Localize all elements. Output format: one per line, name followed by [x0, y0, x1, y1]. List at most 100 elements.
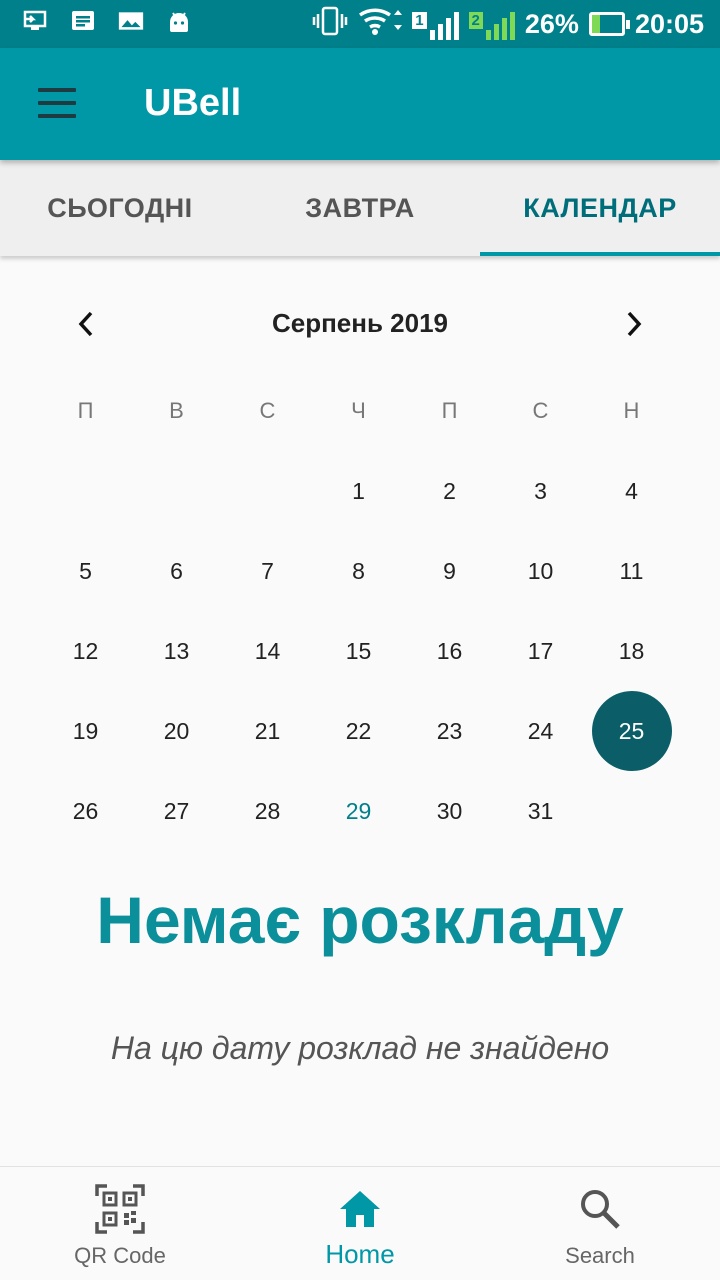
calendar-day[interactable]: 23 [404, 691, 495, 771]
nav-search[interactable]: Search [480, 1167, 720, 1280]
qr-code-icon [94, 1183, 146, 1235]
status-bar: 1 2 26% 20:05 [0, 0, 720, 48]
app-title: UBell [144, 82, 242, 124]
notification-icon [70, 8, 96, 34]
calendar-day-number: 16 [436, 637, 463, 664]
calendar-day-number: 21 [254, 717, 281, 744]
calendar-day[interactable]: 16 [404, 611, 495, 691]
calendar-day-number: 12 [72, 637, 99, 664]
calendar-day-number: 24 [527, 717, 554, 744]
empty-state-title: Немає розкладу [96, 883, 624, 957]
tab-today[interactable]: СЬОГОДНІ [0, 160, 240, 256]
calendar-day[interactable]: 7 [222, 531, 313, 611]
calendar-empty-cell [586, 771, 677, 851]
calendar-day-number: 22 [345, 717, 372, 744]
calendar-day[interactable]: 9 [404, 531, 495, 611]
calendar-day[interactable]: 27 [131, 771, 222, 851]
status-bar-notifications [22, 8, 192, 34]
hamburger-menu-icon[interactable] [38, 88, 76, 118]
calendar-day-number: 28 [254, 797, 281, 824]
signal-icon: 2 [468, 8, 515, 40]
calendar-day[interactable]: 29 [313, 771, 404, 851]
app-bar: UBell [0, 48, 720, 160]
calendar-day[interactable]: 2 [404, 451, 495, 531]
calendar-day-number: 13 [163, 637, 190, 664]
nav-home[interactable]: Home [240, 1167, 480, 1280]
calendar-day-number: 4 [625, 477, 638, 504]
calendar-header: Серпень 2019 [60, 296, 660, 354]
nav-label: QR Code [74, 1243, 166, 1268]
calendar-day-number: 1 [352, 477, 365, 504]
calendar-day[interactable]: 10 [495, 531, 586, 611]
calendar-empty-cell [131, 451, 222, 531]
calendar-day[interactable]: 6 [131, 531, 222, 611]
calendar-week-row: 19 20 21 22 23 24 25 [40, 691, 677, 771]
calendar-day-number: 18 [618, 637, 645, 664]
bottom-navigation: QR Code Home Search [0, 1166, 720, 1280]
sim1-label: 1 [412, 12, 427, 29]
tab-bar: СЬОГОДНІ ЗАВТРА КАЛЕНДАР [0, 160, 720, 256]
calendar-day[interactable]: 17 [495, 611, 586, 691]
calendar-day[interactable]: 26 [40, 771, 131, 851]
calendar-day[interactable]: 25 [586, 691, 677, 771]
calendar-day[interactable]: 18 [586, 611, 677, 691]
calendar-day-number: 27 [163, 797, 190, 824]
calendar-day[interactable]: 11 [586, 531, 677, 611]
calendar-day[interactable]: 15 [313, 611, 404, 691]
calendar-day[interactable]: 4 [586, 451, 677, 531]
tab-calendar[interactable]: КАЛЕНДАР [480, 160, 720, 256]
calendar-week-row: 12 13 14 15 16 17 18 [40, 611, 677, 691]
battery-percent: 26% [524, 8, 579, 39]
calendar-day[interactable]: 13 [131, 611, 222, 691]
calendar-day-number: 15 [345, 637, 372, 664]
nav-qr-code[interactable]: QR Code [0, 1167, 240, 1280]
calendar-day[interactable]: 14 [222, 611, 313, 691]
calendar-day[interactable]: 12 [40, 611, 131, 691]
chevron-right-icon[interactable] [614, 304, 654, 344]
calendar-day-number: 8 [352, 557, 365, 584]
calendar-day[interactable]: 8 [313, 531, 404, 611]
calendar-day-number: 23 [436, 717, 463, 744]
android-icon [166, 8, 192, 34]
calendar-day-number: 6 [170, 557, 183, 584]
usb-debug-icon [22, 8, 48, 34]
calendar-empty-cell [40, 451, 131, 531]
calendar-day-number: 5 [79, 557, 92, 584]
calendar-day-number: 11 [619, 557, 644, 584]
weekday-label: П [77, 398, 94, 423]
calendar-day[interactable]: 5 [40, 531, 131, 611]
calendar-day[interactable]: 31 [495, 771, 586, 851]
calendar-week-row: 5 6 7 8 9 10 11 [40, 531, 677, 611]
calendar-day[interactable]: 19 [40, 691, 131, 771]
tab-tomorrow[interactable]: ЗАВТРА [240, 160, 480, 256]
calendar-day-number: 26 [72, 797, 99, 824]
calendar-day-number: 19 [72, 717, 99, 744]
weekday-label: В [169, 398, 184, 423]
calendar-day[interactable]: 21 [222, 691, 313, 771]
calendar-day-number: 31 [527, 797, 554, 824]
calendar-day-number: 3 [534, 477, 547, 504]
nav-label: Search [565, 1243, 635, 1268]
calendar-day[interactable]: 1 [313, 451, 404, 531]
weekday-label: Ч [351, 398, 366, 423]
home-icon [334, 1183, 386, 1235]
calendar-day-number: 29 [345, 797, 372, 824]
calendar-day[interactable]: 22 [313, 691, 404, 771]
battery-charging-icon [588, 12, 630, 36]
calendar-day[interactable]: 28 [222, 771, 313, 851]
clock: 20:05 [634, 8, 704, 39]
vibrate-icon [312, 6, 348, 43]
calendar-day[interactable]: 3 [495, 451, 586, 531]
weekday-label: С [259, 398, 276, 423]
calendar-day[interactable]: 24 [495, 691, 586, 771]
calendar-day-number: 2 [443, 477, 456, 504]
calendar-day-number: 10 [527, 557, 554, 584]
nav-label: Home [325, 1239, 395, 1269]
search-icon [574, 1183, 626, 1235]
calendar-day[interactable]: 30 [404, 771, 495, 851]
sim2-label: 2 [468, 12, 483, 29]
calendar-day-number: 20 [163, 717, 190, 744]
calendar-day[interactable]: 20 [131, 691, 222, 771]
calendar-day-number: 7 [261, 557, 274, 584]
calendar-day-number: 17 [527, 637, 554, 664]
